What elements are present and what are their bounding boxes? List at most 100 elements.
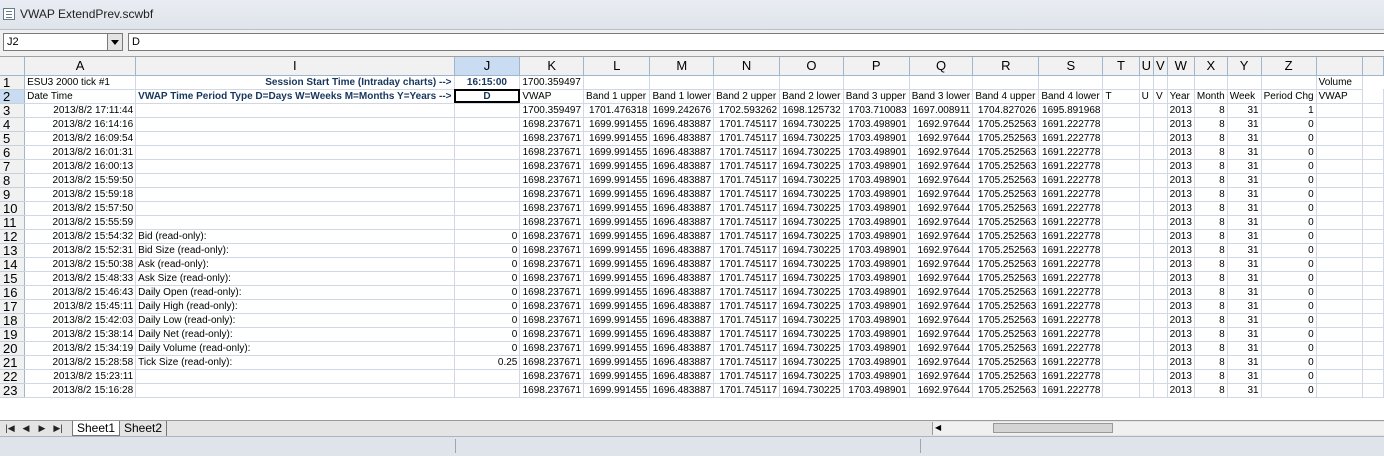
row-header[interactable]: 19 bbox=[0, 327, 26, 342]
cell[interactable]: 1703.498901 bbox=[843, 145, 910, 160]
cell[interactable]: 31 bbox=[1227, 173, 1262, 188]
cell[interactable] bbox=[1139, 285, 1154, 300]
cell[interactable]: 8 bbox=[1194, 285, 1228, 300]
date-time-cell[interactable]: 2013/8/2 15:38:14 bbox=[24, 327, 137, 342]
cell[interactable]: 8 bbox=[1194, 383, 1228, 398]
row-header[interactable]: 3 bbox=[0, 103, 26, 118]
column-header[interactable]: Y bbox=[1227, 57, 1262, 76]
tab-sheet2[interactable]: Sheet2 bbox=[120, 421, 168, 436]
cell[interactable]: 1696.483887 bbox=[649, 187, 715, 202]
cell[interactable]: 1705.252563 bbox=[972, 131, 1040, 146]
cell[interactable] bbox=[1153, 229, 1168, 244]
column-header[interactable]: R bbox=[972, 57, 1040, 76]
cell[interactable]: 1701.745117 bbox=[713, 215, 781, 230]
label-cell[interactable]: Daily Volume (read-only): bbox=[135, 341, 455, 356]
cell[interactable]: 1701.745117 bbox=[713, 243, 781, 258]
cell[interactable] bbox=[1139, 355, 1154, 370]
cell[interactable] bbox=[1153, 341, 1168, 356]
cell[interactable]: 1692.97644 bbox=[909, 215, 974, 230]
date-time-cell[interactable]: 2013/8/2 16:09:54 bbox=[24, 131, 137, 146]
cell[interactable]: 1694.730225 bbox=[779, 355, 844, 370]
cell[interactable] bbox=[1139, 145, 1154, 160]
cell[interactable] bbox=[1102, 285, 1140, 300]
cell[interactable] bbox=[1362, 159, 1384, 174]
cell[interactable]: 1691.222778 bbox=[1038, 201, 1104, 216]
column-header[interactable]: L bbox=[583, 57, 651, 76]
value-cell[interactable] bbox=[454, 201, 521, 216]
cell[interactable]: 8 bbox=[1194, 215, 1228, 230]
cell[interactable]: 8 bbox=[1194, 369, 1228, 384]
label-cell[interactable]: Daily Low (read-only): bbox=[135, 313, 455, 328]
cell[interactable] bbox=[1102, 103, 1140, 118]
cell[interactable]: 1691.222778 bbox=[1038, 229, 1104, 244]
cell[interactable]: 1701.745117 bbox=[713, 313, 781, 328]
cell[interactable]: 1698.237671 bbox=[519, 313, 585, 328]
cell[interactable]: 1705.252563 bbox=[972, 341, 1040, 356]
cell[interactable]: 1703.498901 bbox=[843, 313, 910, 328]
value-cell[interactable] bbox=[454, 103, 521, 118]
column-label[interactable]: Band 2 lower bbox=[779, 89, 844, 104]
cell[interactable]: 1698.237671 bbox=[519, 173, 585, 188]
cell[interactable] bbox=[1362, 243, 1384, 258]
cell[interactable] bbox=[1102, 117, 1140, 132]
date-time-cell[interactable]: 2013/8/2 15:59:18 bbox=[24, 187, 137, 202]
cell[interactable] bbox=[1153, 117, 1168, 132]
label-cell[interactable] bbox=[135, 383, 455, 398]
cell[interactable]: 1691.222778 bbox=[1038, 243, 1104, 258]
cell[interactable] bbox=[1102, 75, 1140, 90]
cell[interactable]: 31 bbox=[1227, 187, 1262, 202]
cell[interactable]: 8 bbox=[1194, 341, 1228, 356]
cell[interactable] bbox=[1102, 257, 1140, 272]
cell[interactable]: 1696.483887 bbox=[649, 341, 715, 356]
cell[interactable]: 31 bbox=[1227, 215, 1262, 230]
cell[interactable]: 2013 bbox=[1167, 103, 1195, 118]
cell[interactable] bbox=[1153, 159, 1168, 174]
label-cell[interactable]: Daily Open (read-only): bbox=[135, 285, 455, 300]
cell[interactable]: 1705.252563 bbox=[972, 187, 1040, 202]
column-label[interactable]: Year bbox=[1167, 89, 1195, 104]
cell[interactable]: 1699.991455 bbox=[583, 201, 651, 216]
cell[interactable]: 0 bbox=[1261, 257, 1317, 272]
scroll-left-icon[interactable]: ◀ bbox=[935, 423, 941, 432]
cell[interactable]: 1692.97644 bbox=[909, 187, 974, 202]
cell[interactable]: 2013 bbox=[1167, 383, 1195, 398]
cell[interactable]: 1696.483887 bbox=[649, 299, 715, 314]
cell[interactable] bbox=[1362, 299, 1384, 314]
cell[interactable] bbox=[1316, 271, 1363, 286]
value-cell[interactable] bbox=[454, 187, 521, 202]
cell[interactable]: 1699.242676 bbox=[649, 103, 715, 118]
cell[interactable]: 1694.730225 bbox=[779, 201, 844, 216]
cell[interactable]: 1692.97644 bbox=[909, 131, 974, 146]
cell[interactable]: 0 bbox=[1261, 341, 1317, 356]
cell[interactable] bbox=[1102, 145, 1140, 160]
cell[interactable]: 1701.745117 bbox=[713, 355, 781, 370]
cell[interactable] bbox=[713, 75, 781, 90]
cell[interactable]: 1691.222778 bbox=[1038, 173, 1104, 188]
cell[interactable]: 31 bbox=[1227, 103, 1262, 118]
cell[interactable]: 1703.498901 bbox=[843, 229, 910, 244]
date-time-cell[interactable]: 2013/8/2 15:42:03 bbox=[24, 313, 137, 328]
cell[interactable] bbox=[1139, 187, 1154, 202]
cell[interactable] bbox=[1102, 243, 1140, 258]
cell[interactable]: 1705.252563 bbox=[972, 313, 1040, 328]
cell[interactable] bbox=[1102, 271, 1140, 286]
value-cell[interactable]: 0 bbox=[454, 341, 521, 356]
cell[interactable] bbox=[1362, 285, 1384, 300]
column-header[interactable]: Q bbox=[909, 57, 974, 76]
cell[interactable]: 1698.237671 bbox=[519, 117, 585, 132]
cell[interactable]: 1701.745117 bbox=[713, 257, 781, 272]
cell[interactable] bbox=[1153, 103, 1168, 118]
cell[interactable] bbox=[1102, 215, 1140, 230]
cell[interactable]: 1692.97644 bbox=[909, 117, 974, 132]
cell[interactable]: 1699.991455 bbox=[583, 131, 651, 146]
cell[interactable]: 1696.483887 bbox=[649, 243, 715, 258]
cell[interactable]: 1694.730225 bbox=[779, 257, 844, 272]
cell[interactable]: 0 bbox=[1261, 383, 1317, 398]
cell[interactable] bbox=[1102, 187, 1140, 202]
cell[interactable]: 2013 bbox=[1167, 229, 1195, 244]
cell[interactable]: 1694.730225 bbox=[779, 285, 844, 300]
value-cell[interactable]: 0 bbox=[454, 285, 521, 300]
cell[interactable]: 1698.237671 bbox=[519, 243, 585, 258]
spreadsheet-grid[interactable]: AIJKLMNOPQRSTUVWXYZ 1 ESU3 2000 tick #1 Se… bbox=[0, 57, 1384, 420]
cell[interactable]: 1699.991455 bbox=[583, 145, 651, 160]
